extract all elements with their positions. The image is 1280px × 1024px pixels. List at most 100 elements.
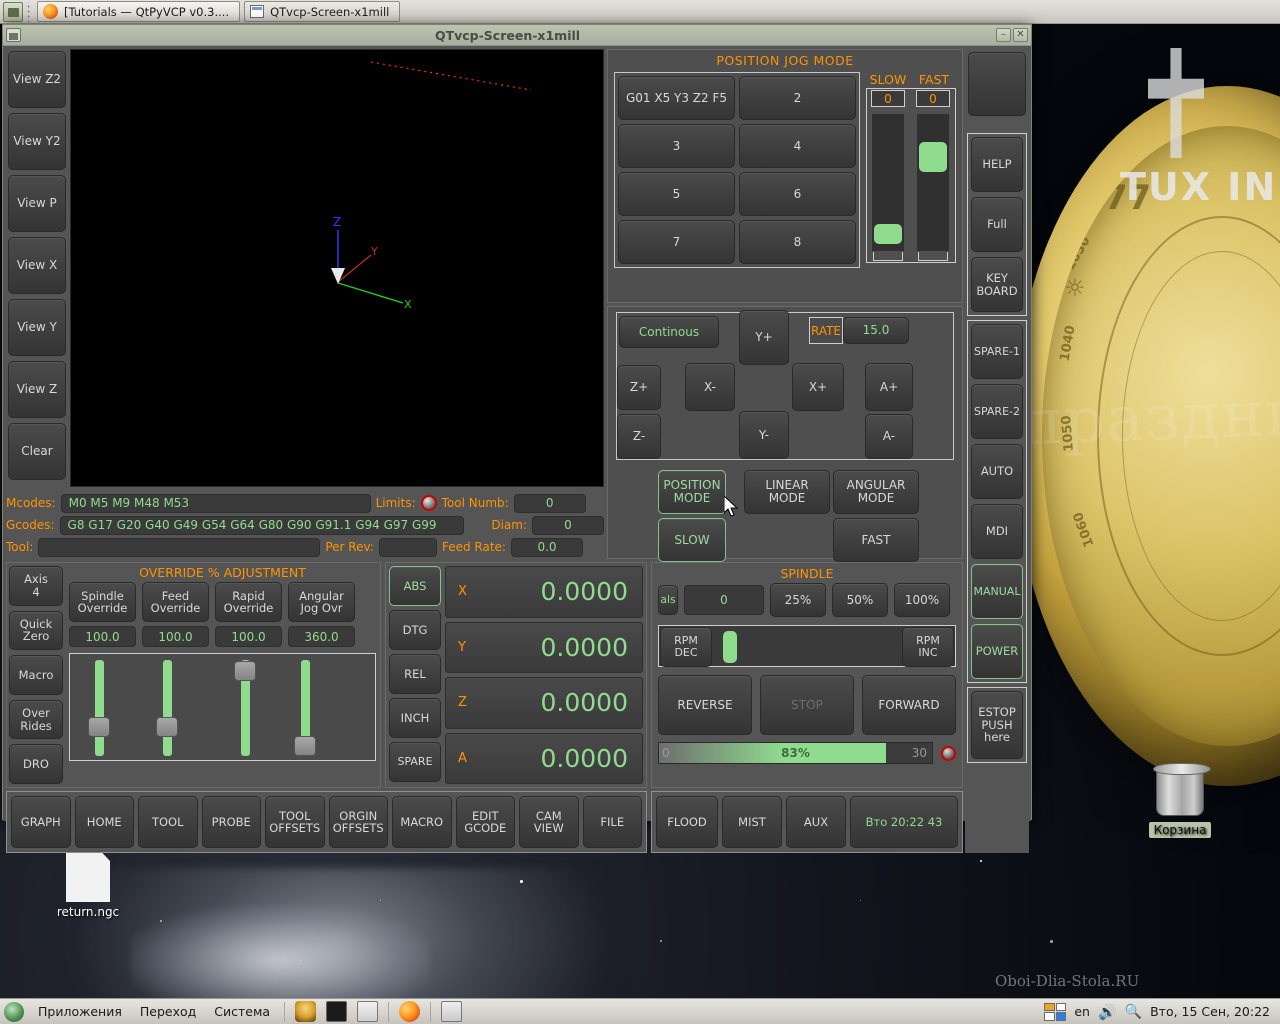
position-slot-3[interactable]: 3 — [618, 124, 735, 168]
jog-slow-button[interactable]: SLOW — [658, 518, 726, 562]
view-z2-button[interactable]: View Z2 — [8, 51, 66, 108]
terminal-launcher-icon[interactable] — [326, 1001, 348, 1022]
taskbar-window-firefox[interactable]: [Tutorials — QtPyVCP v0.3.... — [37, 1, 241, 22]
jog-a-minus-button[interactable]: A- — [865, 414, 913, 459]
mist-button[interactable]: MIST — [722, 796, 782, 848]
show-desktop-icon[interactable] — [3, 1, 23, 22]
minimize-button[interactable]: – — [996, 28, 1011, 42]
manual-mode-button[interactable]: MANUAL — [971, 564, 1023, 619]
menu-places[interactable]: Переход — [136, 1003, 200, 1020]
macro-button[interactable]: Macro — [9, 655, 63, 695]
cam-view-button[interactable]: CAM VIEW — [519, 796, 579, 848]
position-slot-7[interactable]: 7 — [618, 220, 735, 264]
rpm-dec-button[interactable]: RPM DEC — [660, 627, 712, 667]
spindle-25-button[interactable]: 25% — [770, 583, 826, 617]
jog-z-plus-button[interactable]: Z+ — [617, 365, 661, 410]
taskbar-window-qtvcp[interactable]: QTvcp-Screen-x1mill — [244, 1, 401, 22]
file-button[interactable]: FILE — [582, 796, 642, 848]
position-slot-6[interactable]: 6 — [739, 172, 856, 216]
position-slot-5[interactable]: 5 — [618, 172, 735, 216]
position-slot-4[interactable]: 4 — [739, 124, 856, 168]
view-y-button[interactable]: View Y — [8, 299, 66, 356]
slider-handle[interactable] — [294, 736, 316, 756]
keyboard-layout-label[interactable]: en — [1074, 1004, 1090, 1019]
position-mode-button[interactable]: POSITION MODE — [658, 470, 726, 514]
dro-spare-button[interactable]: SPARE — [389, 742, 441, 782]
gcode-3d-view[interactable]: Z Y X — [70, 49, 604, 487]
spindle-override-slider[interactable] — [88, 660, 110, 756]
position-slot-1[interactable]: G01 X5 Y3 Z2 F5 — [618, 76, 735, 120]
taskbar-clock[interactable]: Вто, 15 Сен, 20:22 — [1150, 1004, 1270, 1019]
window-menu-icon[interactable] — [6, 28, 21, 42]
fast-slider-track[interactable] — [917, 114, 949, 251]
spindle-50-button[interactable]: 50% — [832, 583, 888, 617]
home-button[interactable]: HOME — [74, 796, 134, 848]
text-editor-launcher-icon[interactable] — [357, 1001, 379, 1022]
graph-button[interactable]: GRAPH — [11, 796, 71, 848]
feed-override-button[interactable]: Feed Override — [142, 582, 209, 622]
jog-fast-button[interactable]: FAST — [833, 518, 919, 562]
window-titlebar[interactable]: QTvcp-Screen-x1mill – ✕ — [3, 25, 1031, 46]
view-p-button[interactable]: View P — [8, 175, 66, 232]
slider-handle[interactable] — [88, 717, 110, 737]
spindle-rpm-slider-group[interactable]: RPM DEC RPM INC — [658, 625, 956, 667]
spindle-rpm-slider-handle[interactable] — [723, 631, 737, 663]
full-screen-button[interactable]: Full — [971, 197, 1023, 252]
auto-mode-button[interactable]: AUTO — [971, 444, 1023, 499]
clear-button[interactable]: Clear — [8, 423, 66, 480]
probe-button[interactable]: PROBE — [201, 796, 261, 848]
over-rides-button[interactable]: Over Rides — [9, 699, 63, 740]
spindle-forward-button[interactable]: FORWARD — [862, 675, 956, 735]
dro-abs-button[interactable]: ABS — [389, 566, 441, 606]
slow-slider-handle[interactable] — [874, 224, 902, 244]
jog-y-plus-button[interactable]: Y+ — [739, 310, 789, 365]
gnome-foot-icon[interactable] — [4, 1001, 24, 1022]
dro-rel-button[interactable]: REL — [389, 654, 441, 694]
view-y2-button[interactable]: View Y2 — [8, 113, 66, 170]
keyboard-button[interactable]: KEY BOARD — [971, 257, 1023, 312]
menu-applications[interactable]: Приложения — [34, 1003, 126, 1020]
help-button[interactable]: HELP — [971, 137, 1023, 192]
view-z-button[interactable]: View Z — [8, 361, 66, 418]
jog-x-minus-button[interactable]: X- — [685, 363, 735, 411]
angular-jog-override-button[interactable]: Angular Jog Ovr — [288, 582, 355, 622]
angular-jog-override-slider[interactable] — [294, 660, 316, 756]
spindle-reverse-button[interactable]: REVERSE — [658, 675, 752, 735]
menu-system[interactable]: Система — [210, 1003, 274, 1020]
jog-x-plus-button[interactable]: X+ — [792, 363, 844, 411]
blank-top-button[interactable] — [968, 52, 1026, 116]
window-switcher-icon[interactable] — [441, 1001, 463, 1022]
tool-offsets-button[interactable]: TOOL OFFSETS — [265, 796, 325, 848]
keyboard-layout-icon[interactable] — [1044, 1002, 1067, 1021]
slider-handle[interactable] — [156, 717, 178, 737]
jog-z-minus-button[interactable]: Z- — [617, 414, 661, 459]
desktop-icon-return-ngc[interactable]: return.ngc — [40, 848, 136, 919]
angular-mode-button[interactable]: ANGULAR MODE — [833, 470, 919, 514]
position-slot-2[interactable]: 2 — [739, 76, 856, 120]
quick-zero-button[interactable]: Quick Zero — [9, 610, 63, 651]
view-x-button[interactable]: View X — [8, 237, 66, 294]
close-button[interactable]: ✕ — [1013, 28, 1028, 42]
spindle-100-button[interactable]: 100% — [894, 583, 950, 617]
slow-slider-track[interactable] — [872, 114, 904, 251]
edit-gcode-button[interactable]: EDIT GCODE — [455, 796, 515, 848]
estop-button[interactable]: ESTOP PUSH here — [971, 691, 1023, 759]
mdi-mode-button[interactable]: MDI — [971, 504, 1023, 559]
jog-y-minus-button[interactable]: Y- — [739, 411, 789, 459]
spindle-manual-button[interactable]: als — [658, 585, 678, 615]
dro-button[interactable]: DRO — [9, 744, 63, 784]
dro-inch-button[interactable]: INCH — [389, 698, 441, 738]
rpm-inc-button[interactable]: RPM INC — [902, 627, 954, 667]
spindle-stop-button[interactable]: STOP — [760, 675, 854, 735]
taskbar-drag-handle[interactable] — [27, 1, 33, 22]
spare-1-button[interactable]: SPARE-1 — [971, 324, 1023, 379]
spindle-override-button[interactable]: Spindle Override — [69, 582, 136, 622]
position-slot-8[interactable]: 8 — [739, 220, 856, 264]
rapid-override-slider[interactable] — [234, 660, 256, 756]
fast-slider-handle[interactable] — [919, 142, 947, 172]
flood-button[interactable]: FLOOD — [656, 796, 718, 848]
volume-icon[interactable]: 🔊 — [1098, 1003, 1117, 1021]
aux-button[interactable]: AUX — [786, 796, 846, 848]
linear-mode-button[interactable]: LINEAR MODE — [744, 470, 830, 514]
search-icon[interactable]: 🔍 — [1125, 1004, 1142, 1020]
